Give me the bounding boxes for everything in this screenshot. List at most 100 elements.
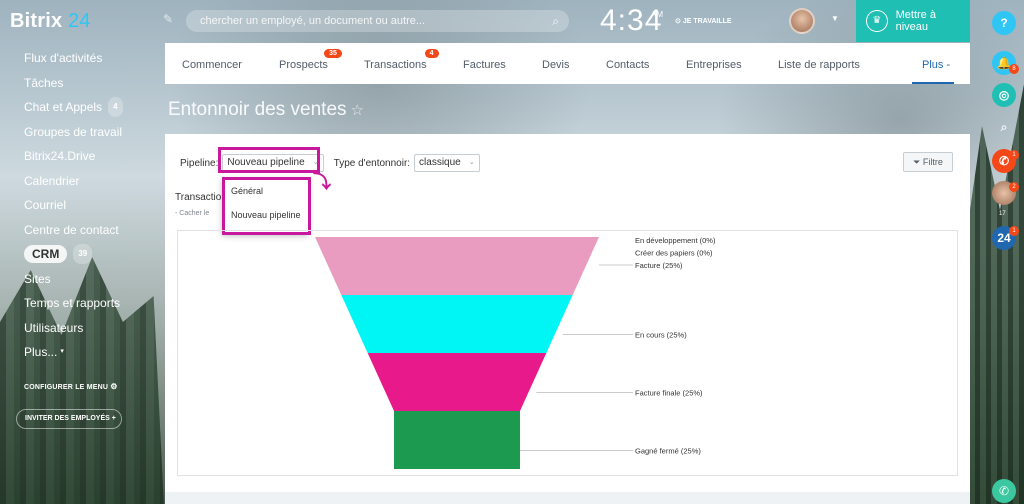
sidebar-item-label: CRM xyxy=(24,245,68,264)
active-tab-indicator xyxy=(912,82,954,84)
search-placeholder: chercher un employé, un document ou autr… xyxy=(200,15,426,27)
sidebar-item-label: Flux d'activités xyxy=(24,51,103,66)
call-icon[interactable]: ✆ xyxy=(992,479,1016,503)
notification-badge: 8 xyxy=(1009,64,1019,74)
pencil-icon[interactable]: ✎ xyxy=(163,12,173,26)
crown-icon: ♛ xyxy=(866,10,888,32)
tab-companies[interactable]: Entreprises xyxy=(686,59,742,71)
help-icon[interactable]: ? xyxy=(992,11,1016,35)
filter-button[interactable]: ⏷ Filtre xyxy=(903,152,953,172)
chevron-down-icon[interactable]: ▼ xyxy=(831,14,839,23)
brand-name: Bitrix xyxy=(10,10,63,32)
configure-menu-button[interactable]: CONFIGURER LE MENU ⚙ xyxy=(24,382,118,391)
chevron-down-icon: ⌄ xyxy=(468,159,475,166)
chat-badge: 2 xyxy=(1009,182,1019,192)
tab-leads[interactable]: Prospects 35 xyxy=(279,49,342,71)
pipeline-highlight xyxy=(218,147,320,173)
sidebar-item-label: Bitrix24.Drive xyxy=(24,149,96,164)
brand-number: 24 xyxy=(68,10,91,32)
tab-contacts[interactable]: Contacts xyxy=(606,59,649,71)
invite-employees-button[interactable]: INVITER DES EMPLOYÉS + xyxy=(16,409,122,429)
sidebar-item-label: Utilisateurs xyxy=(24,320,84,335)
upgrade-button[interactable]: ♛ Mettre à niveau xyxy=(856,0,970,42)
stage-label: Facture finale (25%) xyxy=(635,389,703,398)
sidebar-item-crm[interactable]: CRM 39 xyxy=(24,242,164,267)
sidebar-item-label: Calendrier xyxy=(24,173,80,188)
configure-menu-label: CONFIGURER LE MENU xyxy=(24,384,109,391)
brand-logo[interactable]: Bitrix 24 xyxy=(10,10,91,33)
deals-badge: 4 xyxy=(424,49,439,58)
hide-link[interactable]: - Cacher le xyxy=(175,210,209,217)
avatar[interactable] xyxy=(789,8,815,34)
count-badge: 39 xyxy=(73,244,93,265)
open-channels-icon[interactable]: ◎ xyxy=(992,83,1016,107)
stage-label: Créer des papiers (0%) xyxy=(635,249,713,258)
sidebar-item-label: Chat et Appels xyxy=(24,100,103,115)
chevron-down-icon: ▾ xyxy=(60,348,64,356)
stage-label: Facture (25%) xyxy=(635,261,683,270)
sidebar-item-label: Sites xyxy=(24,271,51,286)
arrow-icon: ⤵ xyxy=(313,172,331,192)
sidebar-item-more[interactable]: Plus... ▾ xyxy=(24,340,164,365)
search-input[interactable]: chercher un employé, un document ou autr… xyxy=(186,10,569,32)
plus-icon: + xyxy=(111,415,116,422)
sidebar-item-tasks[interactable]: Tâches xyxy=(24,71,164,96)
sidebar-item-label: Temps et rapports xyxy=(24,296,121,311)
funnel-segment xyxy=(367,353,547,411)
funnel-type-label: Type d'entonnoir: xyxy=(333,157,411,169)
funnel-type-select[interactable]: classique ⌄ xyxy=(414,154,480,172)
sidebar-item-label: Groupes de travail xyxy=(24,124,123,139)
page-title: Entonnoir des ventes ☆ xyxy=(168,99,364,120)
stage-label: Gagné fermé (25%) xyxy=(635,447,701,456)
status-dot-icon: ⊙ xyxy=(675,18,681,25)
bottom-strip xyxy=(165,492,970,504)
sidebar-item-label: Tâches xyxy=(24,75,64,90)
sidebar-item-activity-stream[interactable]: Flux d'activités xyxy=(24,46,164,71)
sidebar-item-drive[interactable]: Bitrix24.Drive xyxy=(24,144,164,169)
sidebar-item-label: Courriel xyxy=(24,198,67,213)
clock-ampm: AM xyxy=(651,10,663,19)
sidebar-item-label: Plus... xyxy=(24,345,58,360)
funnel-segment xyxy=(394,411,520,469)
sidebar-item-calendar[interactable]: Calendrier xyxy=(24,169,164,194)
tab-quotes[interactable]: Devis xyxy=(542,59,570,71)
sidebar-item-workgroups[interactable]: Groupes de travail xyxy=(24,120,164,145)
sidebar-item-chat[interactable]: Chat et Appels 4 xyxy=(24,95,164,120)
funnel-icon: ⏷ xyxy=(913,157,921,167)
b24-badge: 1 xyxy=(1009,226,1019,236)
right-rail: ? 🔔 8 ◎ ⌕ ✆ 1 2 17 24 1 xyxy=(986,0,1024,504)
transactions-label: Transactio xyxy=(175,192,222,203)
pipeline-label: Pipeline: xyxy=(180,157,219,169)
upgrade-label: Mettre à niveau xyxy=(895,9,936,33)
search-icon[interactable]: ⌕ xyxy=(552,10,559,32)
sidebar-item-time-reports[interactable]: Temps et rapports xyxy=(24,291,164,316)
leads-badge: 35 xyxy=(324,49,342,58)
tab-more[interactable]: Plus - xyxy=(922,59,950,71)
funnel-chart: En développement (0%) Créer des papiers (… xyxy=(177,230,958,476)
tab-invoices[interactable]: Factures xyxy=(463,59,506,71)
stage-label: En développement (0%) xyxy=(635,236,716,245)
star-icon[interactable]: ☆ xyxy=(351,102,364,119)
search-icon[interactable]: ⌕ xyxy=(992,115,1016,139)
tab-reports[interactable]: Liste de rapports xyxy=(778,59,860,71)
sidebar-item-users[interactable]: Utilisateurs xyxy=(24,316,164,341)
funnel-segment xyxy=(315,237,599,295)
sidebar-item-sites[interactable]: Sites xyxy=(24,267,164,292)
funnel-svg: En développement (0%) Créer des papiers (… xyxy=(315,236,716,469)
sidebar-item-label: Centre de contact xyxy=(24,222,119,237)
stage-label: En cours (25%) xyxy=(635,331,687,340)
work-status-label: JE TRAVAILLE xyxy=(682,18,732,25)
invite-label: INVITER DES EMPLOYÉS xyxy=(25,415,110,422)
sidebar-item-mail[interactable]: Courriel xyxy=(24,193,164,218)
small-count: 17 xyxy=(999,211,1006,217)
calls-badge: 1 xyxy=(1009,150,1019,160)
gear-icon: ⚙ xyxy=(110,382,118,391)
dropdown-highlight xyxy=(222,177,311,235)
count-badge: 4 xyxy=(108,97,123,118)
tab-deals[interactable]: Transactions 4 xyxy=(364,49,439,71)
tab-start[interactable]: Commencer xyxy=(182,59,242,71)
main-panel: Pipeline: Nouveau pipeline ⌄ Type d'enton… xyxy=(165,134,970,504)
left-sidebar: Bitrix 24 Flux d'activités Tâches Chat e… xyxy=(0,0,165,504)
sidebar-item-contact-center[interactable]: Centre de contact xyxy=(24,218,164,243)
work-status[interactable]: ⊙ JE TRAVAILLE xyxy=(675,17,732,25)
